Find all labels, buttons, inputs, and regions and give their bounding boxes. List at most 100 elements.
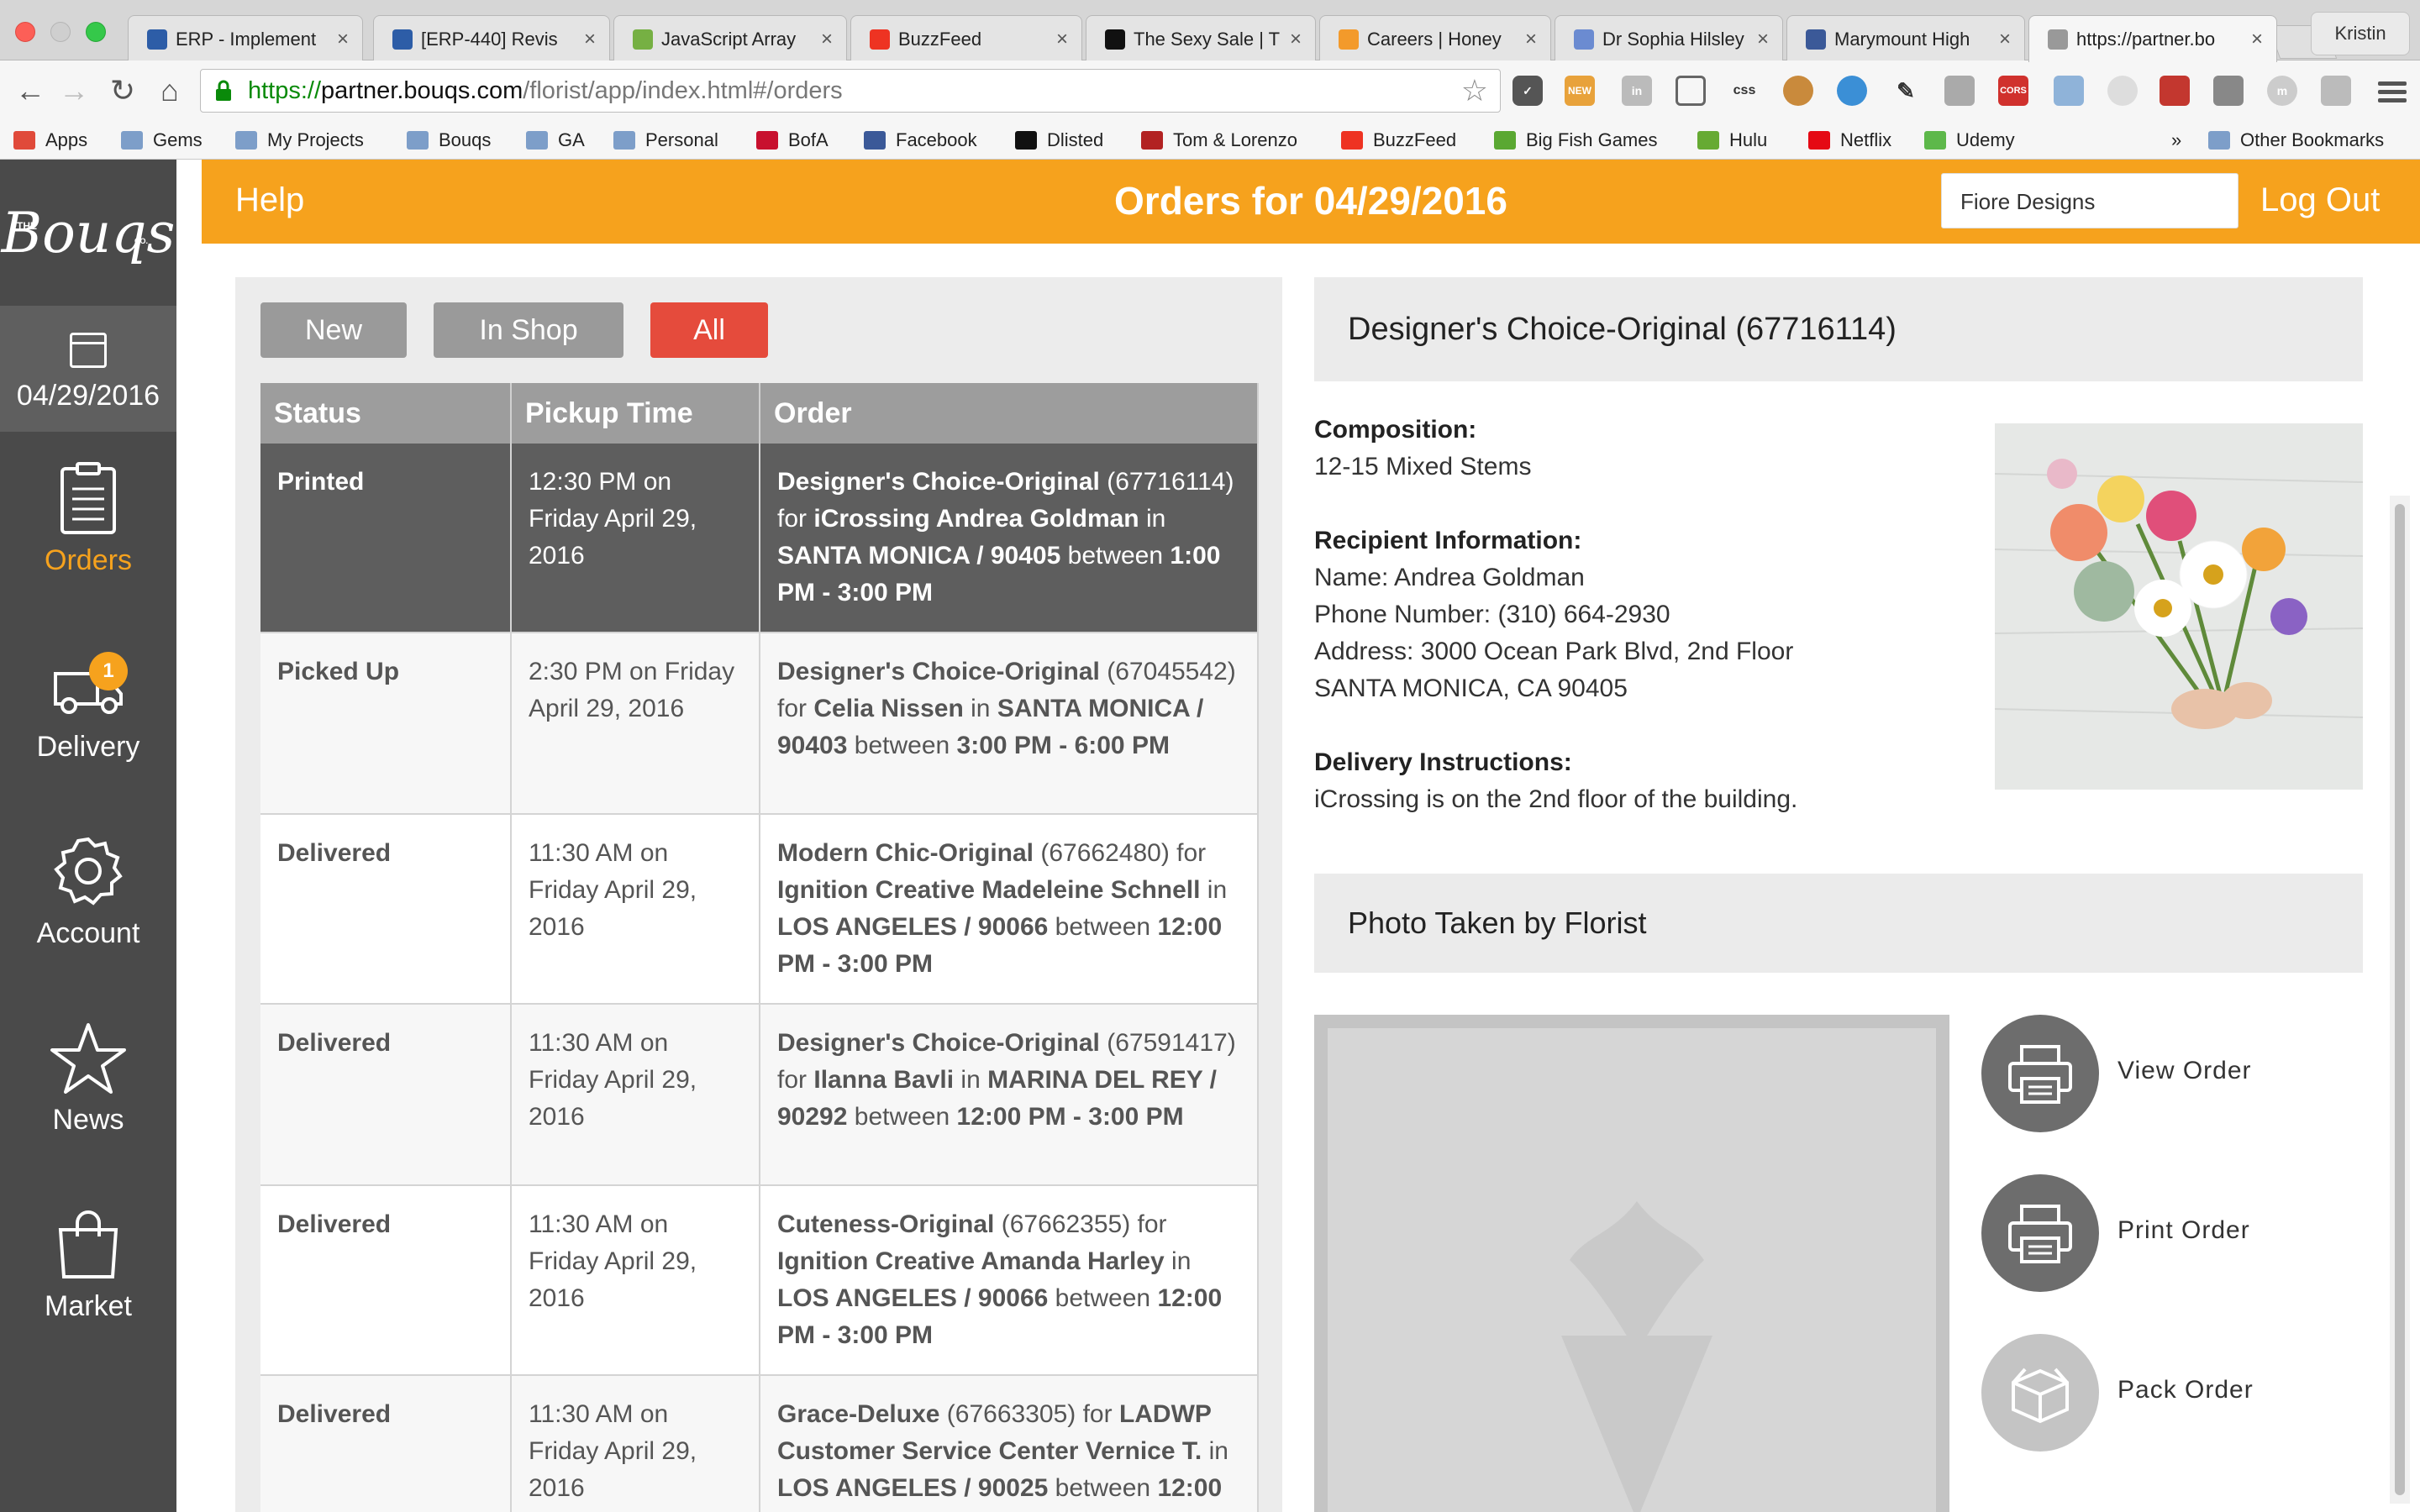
sidebar-item-orders[interactable]: Orders [0,432,176,618]
sidebar-item-news[interactable]: News [0,991,176,1178]
bookmark-item[interactable]: Hulu [1697,126,1767,155]
window-minimize-button[interactable] [50,22,71,42]
bookmark-item[interactable]: Udemy [1924,126,2015,155]
close-tab-icon[interactable]: × [1757,28,1769,51]
view-order-action[interactable]: View Order [1981,1015,2368,1132]
cors-extension-icon[interactable]: CORS [1998,76,2028,106]
print-order-label[interactable]: Print Order [2118,1216,2250,1245]
close-tab-icon[interactable]: × [821,28,833,51]
refresh-extension-icon[interactable] [2107,76,2138,106]
bookmark-item[interactable]: Bouqs [407,126,491,155]
bookmarks-overflow-chevron[interactable]: » [2171,126,2181,155]
bookmark-item[interactable]: Tom & Lorenzo [1141,126,1297,155]
order-summary-cell: Grace-Deluxe (67663305) for LADWP Custom… [760,1375,1259,1512]
new-extension-icon[interactable]: NEW [1565,76,1595,106]
honey-extension-icon[interactable] [1944,76,1975,106]
sidebar-item-account[interactable]: Account [0,805,176,991]
browser-tab[interactable]: Careers | Honey × [1319,15,1551,62]
close-tab-icon[interactable]: × [1525,28,1537,51]
bookmark-item[interactable]: BofA [756,126,829,155]
back-arrow-icon[interactable]: ← [12,72,49,109]
page-scrollbar[interactable] [2390,496,2410,1504]
address-bar[interactable]: https://partner.bouqs.com/florist/app/in… [200,69,1501,113]
recipient-name: Name: Andrea Goldman [1314,564,1585,591]
filter-in-shop-button[interactable]: In Shop [434,302,623,358]
close-tab-icon[interactable]: × [1999,28,2011,51]
table-row[interactable]: Printed 12:30 PM on Friday April 29, 2016… [260,444,1259,633]
pack-order-label[interactable]: Pack Order [2118,1376,2254,1404]
bookmark-item[interactable]: Facebook [864,126,977,155]
table-row[interactable]: Delivered 11:30 AM on Friday April 29, 20… [260,1375,1259,1512]
camera-extension-icon[interactable] [2054,76,2084,106]
close-tab-icon[interactable]: × [1290,28,1302,51]
close-tab-icon[interactable]: × [584,28,596,51]
forward-arrow-icon[interactable]: → [55,72,92,109]
globe-extension-icon[interactable] [1837,76,1867,106]
bookmark-item[interactable]: Gems [121,126,203,155]
angular-extension-icon[interactable] [2160,76,2190,106]
bookmark-item[interactable]: Personal [613,126,718,155]
bookmark-star-icon[interactable]: ☆ [1461,70,1488,112]
sidebar-item-delivery[interactable]: 1 Delivery [0,618,176,805]
window-close-button[interactable] [15,22,35,42]
other-bookmarks-folder[interactable]: Other Bookmarks [2208,126,2384,155]
browser-tab[interactable]: https://partner.bo × [2028,15,2277,62]
florist-photo-placeholder[interactable] [1314,1015,1949,1512]
table-row[interactable]: Picked Up 2:30 PM on Friday April 29, 201… [260,633,1259,815]
scrollbar-thumb[interactable] [2395,504,2405,1495]
view-order-label[interactable]: View Order [2118,1057,2252,1085]
logout-link[interactable]: Log Out [2260,181,2380,219]
bouqs-logo[interactable]: THE Bouqs CO. [0,160,176,306]
column-header-order[interactable]: Order [760,383,1259,444]
pocket-extension-icon[interactable]: ✓ [1512,76,1543,106]
eyedropper-extension-icon[interactable]: ✎ [1891,76,1921,106]
pack-order-circle[interactable] [1981,1334,2099,1452]
browser-tab[interactable]: Marymount High × [1786,15,2025,62]
browser-tab-strip: ERP - Implement × [ERP-440] Revis × JavaScri… [0,0,2420,62]
css-extension-icon[interactable]: css [1729,76,1760,106]
shop-selector-field[interactable]: Fiore Designs [1941,173,2238,228]
bookmark-item[interactable]: BuzzFeed [1341,126,1456,155]
sidebar-item-market[interactable]: Market [0,1178,176,1364]
browser-tab[interactable]: JavaScript Array × [613,15,847,62]
puzzle-extension-icon[interactable] [2321,76,2351,106]
square-extension-icon[interactable] [2213,76,2244,106]
column-header-pickup-time[interactable]: Pickup Time [511,383,760,444]
print-order-action[interactable]: Print Order [1981,1174,2368,1292]
browser-tab[interactable]: BuzzFeed × [850,15,1082,62]
reload-icon[interactable]: ↻ [104,72,141,109]
close-tab-icon[interactable]: × [337,28,349,51]
table-row[interactable]: Delivered 11:30 AM on Friday April 29, 20… [260,814,1259,1005]
print-order-circle[interactable] [1981,1174,2099,1292]
bookmark-item[interactable]: Apps [13,126,87,155]
filter-new-button[interactable]: New [260,302,407,358]
browser-tab[interactable]: [ERP-440] Revis × [373,15,610,62]
m-extension-icon[interactable]: m [2267,76,2297,106]
bookmark-item[interactable]: Big Fish Games [1494,126,1658,155]
window-maximize-button[interactable] [86,22,106,42]
close-tab-icon[interactable]: × [2251,28,2263,51]
home-icon[interactable]: ⌂ [151,72,188,109]
table-row[interactable]: Delivered 11:30 AM on Friday April 29, 20… [260,1185,1259,1376]
cast-icon[interactable] [1676,76,1706,106]
browser-menu-icon[interactable] [2378,77,2407,106]
sidebar-item-label: Delivery [36,731,140,763]
sidebar-date-picker[interactable]: 04/29/2016 [0,306,176,432]
cookie-extension-icon[interactable] [1783,76,1813,106]
table-row[interactable]: Delivered 11:30 AM on Friday April 29, 20… [260,1004,1259,1186]
linkedin-extension-icon[interactable]: in [1622,76,1652,106]
column-header-status[interactable]: Status [260,383,512,444]
bookmark-item[interactable]: Dlisted [1015,126,1103,155]
filter-all-button[interactable]: All [650,302,768,358]
close-tab-icon[interactable]: × [1056,28,1068,51]
browser-tab[interactable]: Dr Sophia Hilsley × [1555,15,1783,62]
browser-tab[interactable]: ERP - Implement × [128,15,363,62]
bookmark-item[interactable]: GA [526,126,585,155]
profile-button[interactable]: Kristin [2311,12,2410,55]
bookmark-item[interactable]: My Projects [235,126,364,155]
pack-order-action[interactable]: Pack Order [1981,1334,2368,1452]
bookmark-item[interactable]: Netflix [1808,126,1891,155]
browser-tab[interactable]: The Sexy Sale | T × [1086,15,1316,62]
view-order-circle[interactable] [1981,1015,2099,1132]
netflix-icon [1808,131,1830,150]
